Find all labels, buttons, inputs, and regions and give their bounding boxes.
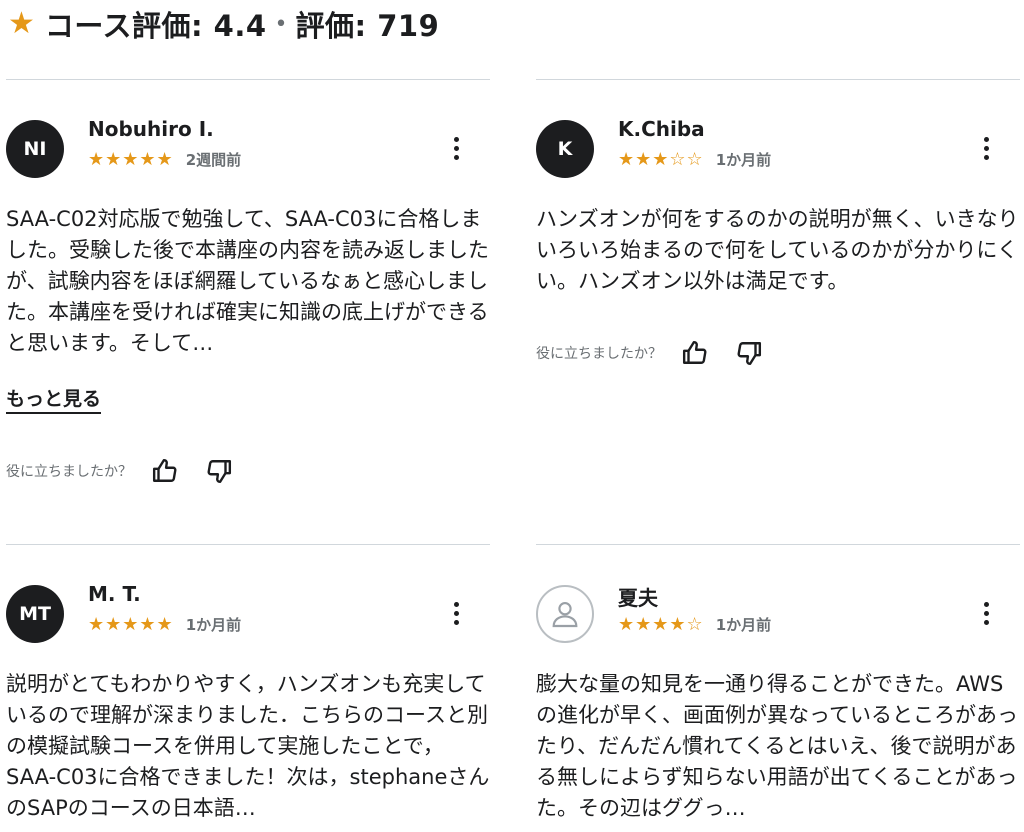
avatar: NI <box>6 120 64 178</box>
reviewer-name: M. T. <box>88 582 141 606</box>
rating-row: ★★★☆☆ 1か月前 <box>618 149 771 170</box>
star-icon: ★ <box>8 6 35 41</box>
review-date: 2週間前 <box>185 151 242 169</box>
course-rating-header: ★ コース評価: 4.4 • 評価: 719 <box>8 4 439 44</box>
more-options-icon[interactable] <box>452 602 460 630</box>
avatar: K <box>536 120 594 178</box>
avatar: MT <box>6 585 64 643</box>
show-more-link[interactable]: もっと見る <box>6 384 102 414</box>
review-card: 夏夫 ★★★★☆ 1か月前 膨大な量の知見を一通り得ることができた。AWSの進化… <box>536 544 1020 832</box>
helpful-label: 役に立ちましたか？ <box>6 464 132 480</box>
divider <box>536 79 1020 80</box>
user-icon <box>536 585 594 643</box>
review-card: NI Nobuhiro I. ★★★★★ 2週間前 SAA-C02対応版で勉強し… <box>6 79 490 519</box>
review-count: 評価: 719 <box>295 9 440 43</box>
thumbs-down-icon[interactable] <box>734 338 764 368</box>
star-rating: ★★★☆☆ <box>618 149 704 170</box>
star-rating: ★★★★★ <box>88 614 174 635</box>
course-rating: コース評価: 4.4 <box>44 9 267 43</box>
review-card: K K.Chiba ★★★☆☆ 1か月前 ハンズオンが何をするのかの説明が無く、… <box>536 79 1020 399</box>
divider <box>6 544 490 545</box>
review-card: MT M. T. ★★★★★ 1か月前 説明がとてもわかりやすく，ハンズオンも充… <box>6 544 490 832</box>
helpful-label: 役に立ちましたか？ <box>536 346 662 362</box>
review-date: 1か月前 <box>715 151 772 169</box>
divider <box>536 544 1020 545</box>
thumbs-down-icon[interactable] <box>204 456 234 486</box>
reviewer-name: K.Chiba <box>618 117 705 141</box>
reviewer-name: 夏夫 <box>618 586 658 610</box>
thumbs-up-icon[interactable] <box>150 456 180 486</box>
review-text: 膨大な量の知見を一通り得ることができた。AWSの進化が早く、画面例が異なっている… <box>536 672 1018 820</box>
star-rating: ★★★★★ <box>88 149 174 170</box>
star-rating: ★★★★☆ <box>618 614 704 635</box>
more-options-icon[interactable] <box>452 137 460 165</box>
more-options-icon[interactable] <box>982 602 990 630</box>
thumbs-up-icon[interactable] <box>680 338 710 368</box>
rating-row: ★★★★☆ 1か月前 <box>618 614 771 635</box>
helpful-row: 役に立ちましたか？ <box>536 338 788 368</box>
divider <box>6 79 490 80</box>
review-text: ハンズオンが何をするのかの説明が無く、いきなりいろいろ始まるので何をしているのか… <box>536 207 1019 293</box>
rating-row: ★★★★★ 2週間前 <box>88 149 241 170</box>
helpful-row: 役に立ちましたか？ <box>6 456 258 486</box>
review-date: 1か月前 <box>715 616 772 634</box>
rating-row: ★★★★★ 1か月前 <box>88 614 241 635</box>
review-text: SAA-C02対応版で勉強して、SAA-C03に合格しました。受験した後で本講座… <box>6 207 489 355</box>
review-date: 1か月前 <box>185 616 242 634</box>
review-text: 説明がとてもわかりやすく，ハンズオンも充実しているので理解が深まりました．こちら… <box>6 672 490 820</box>
reviewer-name: Nobuhiro I. <box>88 117 214 141</box>
more-options-icon[interactable] <box>982 137 990 165</box>
separator-dot: • <box>274 11 288 37</box>
